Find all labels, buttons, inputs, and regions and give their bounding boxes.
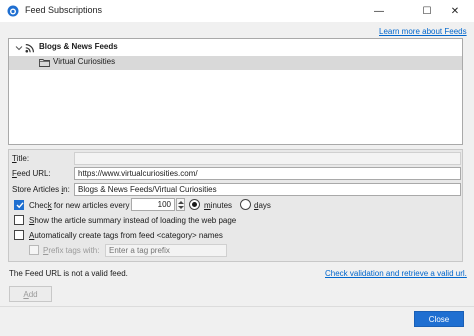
- minutes-radio[interactable]: [189, 199, 200, 210]
- title-label: Title:: [12, 154, 30, 163]
- show-summary-label: Show the article summary instead of load…: [29, 216, 237, 225]
- feed-url-label: Feed URL:: [12, 169, 51, 178]
- prefix-tags-checkbox[interactable]: [29, 245, 39, 255]
- checkmark-icon: [16, 202, 24, 209]
- maximize-icon: ☐: [422, 5, 432, 17]
- days-label: days: [254, 201, 271, 210]
- prefix-tags-label: Prefix tags with:: [43, 246, 100, 255]
- close-icon: ✕: [450, 5, 460, 17]
- learn-more-link[interactable]: Learn more about Feeds: [379, 27, 467, 36]
- arrow-down-icon[interactable]: [178, 206, 184, 209]
- store-articles-field[interactable]: Blogs & News Feeds/Virtual Curiosities: [74, 183, 461, 196]
- feed-tree[interactable]: Blogs & News Feeds Virtual Curiosities: [8, 38, 463, 145]
- thunderbird-app-icon: [7, 5, 19, 17]
- rss-icon: [25, 44, 34, 53]
- minimize-button[interactable]: —: [360, 0, 398, 22]
- check-new-articles-checkbox[interactable]: [14, 200, 24, 210]
- days-radio[interactable]: [240, 199, 251, 210]
- minutes-label: minutes: [204, 201, 233, 210]
- title-bar: Feed Subscriptions — ☐ ✕: [0, 0, 474, 22]
- arrow-up-icon[interactable]: [178, 201, 184, 204]
- window-title: Feed Subscriptions: [25, 5, 103, 15]
- tree-item-label: Blogs & News Feeds: [39, 42, 118, 51]
- feed-properties-panel: Title: Feed URL: https://www.virtualcuri…: [8, 149, 463, 262]
- auto-tags-checkbox[interactable]: [14, 230, 24, 240]
- title-field[interactable]: [74, 152, 461, 165]
- close-button[interactable]: Close: [414, 311, 464, 327]
- tree-item-blogs-news-feeds[interactable]: Blogs & News Feeds: [9, 41, 462, 55]
- auto-tags-label: Automatically create tags from feed <cat…: [29, 231, 223, 240]
- status-message: The Feed URL is not a valid feed.: [9, 269, 128, 278]
- add-button[interactable]: Add: [9, 286, 52, 302]
- tree-item-virtual-curiosities[interactable]: Virtual Curiosities: [9, 56, 462, 70]
- folder-icon: [39, 59, 50, 67]
- prefix-tags-input[interactable]: [105, 244, 227, 257]
- check-new-articles-label: Check for new articles every: [29, 201, 130, 210]
- close-window-button[interactable]: ✕: [436, 0, 474, 22]
- store-articles-label: Store Articles in:: [12, 185, 70, 194]
- show-summary-checkbox[interactable]: [14, 215, 24, 225]
- interval-stepper[interactable]: [176, 198, 185, 211]
- check-interval-input[interactable]: 100: [131, 198, 175, 211]
- feed-url-field[interactable]: https://www.virtualcuriosities.com/: [74, 167, 461, 180]
- tree-item-label: Virtual Curiosities: [53, 57, 116, 66]
- check-validation-link[interactable]: Check validation and retrieve a valid ur…: [325, 269, 467, 278]
- footer-divider: [0, 306, 474, 307]
- minimize-icon: —: [374, 5, 384, 17]
- chevron-down-icon[interactable]: [15, 44, 23, 52]
